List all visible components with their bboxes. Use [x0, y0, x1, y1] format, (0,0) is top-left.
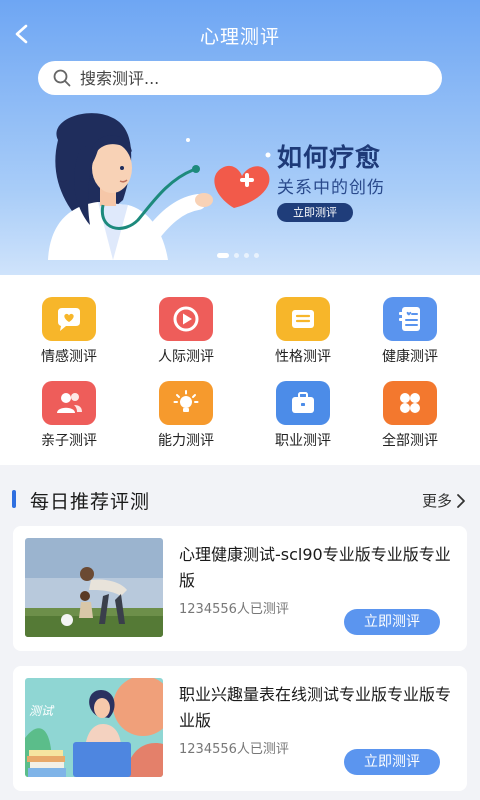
grid-icon	[400, 393, 420, 413]
light-bulb-icon	[173, 390, 199, 412]
outdoor-photo-image	[25, 538, 163, 637]
category-ability[interactable]: 能力测评	[141, 381, 231, 450]
category-label: 亲子测评	[41, 433, 97, 449]
category-icon-tile	[159, 381, 213, 425]
page-title: 心理测评	[199, 26, 280, 48]
carousel-dot[interactable]	[217, 253, 229, 258]
more-link[interactable]: 更多	[422, 490, 468, 511]
category-health[interactable]: 健康测评	[365, 297, 455, 366]
section-accent-bar	[12, 490, 16, 508]
card-title: 职业兴趣量表在线测试专业版专业版专业版	[179, 685, 452, 730]
category-label: 职业测评	[275, 433, 331, 449]
card-title: 心理健康测试-scl90专业版专业版专业版	[179, 545, 451, 590]
daily-recommend-section: 每日推荐评测 更多 心理健康测试-scl90专业版专业版专业版 1234556人…	[0, 478, 480, 800]
people-icon	[57, 393, 82, 413]
health-record-icon	[399, 307, 420, 331]
category-label: 全部测评	[382, 433, 438, 449]
header-banner: 心理测评 如何疗愈 关系中的	[0, 0, 480, 275]
category-label: 性格测评	[275, 349, 331, 365]
search-icon	[53, 69, 71, 87]
briefcase-icon	[292, 392, 314, 413]
thumbnail-label: 测试	[29, 704, 54, 718]
search-bar[interactable]	[38, 61, 442, 95]
category-parenting[interactable]: 亲子测评	[24, 381, 114, 450]
chevron-right-icon	[457, 493, 465, 508]
category-all[interactable]: 全部测评	[365, 381, 455, 450]
card-thumbnail: 测试	[25, 678, 163, 777]
category-icon-tile	[276, 297, 330, 341]
carousel-dot[interactable]	[244, 253, 249, 258]
heart-chat-icon	[58, 308, 80, 331]
assessment-card[interactable]: 心理健康测试-scl90专业版专业版专业版 1234556人已测评 立即测评	[13, 526, 467, 651]
banner-title: 如何疗愈	[277, 143, 382, 172]
category-label: 情感测评	[41, 349, 97, 365]
category-interpersonal[interactable]: 人际测评	[141, 297, 231, 366]
card-participant-count: 1234556人已测评	[179, 602, 289, 617]
carousel-indicator	[217, 253, 259, 258]
banner-start-button[interactable]: 立即测评	[277, 203, 353, 222]
category-label: 能力测评	[158, 433, 214, 449]
document-icon	[292, 310, 314, 328]
card-thumbnail	[25, 538, 163, 637]
doctor-illustration	[48, 113, 271, 260]
category-icon-tile	[159, 297, 213, 341]
category-emotion[interactable]: 情感测评	[24, 297, 114, 366]
play-circle-icon	[173, 306, 199, 332]
more-label: 更多	[421, 492, 452, 510]
category-label: 人际测评	[158, 349, 214, 365]
career-illustration-image	[25, 678, 163, 777]
category-icon-tile	[383, 297, 437, 341]
category-personality[interactable]: 性格测评	[258, 297, 348, 366]
assessment-card[interactable]: 测试 职业兴趣量表在线测试专业版专业版专业版 1234556人已测评 立即测评	[13, 666, 467, 791]
card-participant-count: 1234556人已测评	[179, 742, 289, 757]
category-icon-tile	[383, 381, 437, 425]
section-title: 每日推荐评测	[30, 491, 151, 513]
category-career[interactable]: 职业测评	[258, 381, 348, 450]
carousel-dot[interactable]	[234, 253, 239, 258]
card-start-button[interactable]: 立即测评	[344, 609, 440, 635]
category-icon-tile	[276, 381, 330, 425]
card-start-button[interactable]: 立即测评	[344, 749, 440, 775]
search-input[interactable]	[80, 68, 410, 88]
category-label: 健康测评	[382, 349, 438, 365]
banner-subtitle: 关系中的创伤	[277, 178, 385, 198]
carousel-dot[interactable]	[254, 253, 259, 258]
category-grid: 情感测评 人际测评 性格测评 健康测评 亲子测评 能力测评 职业测评 全部测评	[0, 275, 480, 465]
category-icon-tile	[42, 297, 96, 341]
category-icon-tile	[42, 381, 96, 425]
